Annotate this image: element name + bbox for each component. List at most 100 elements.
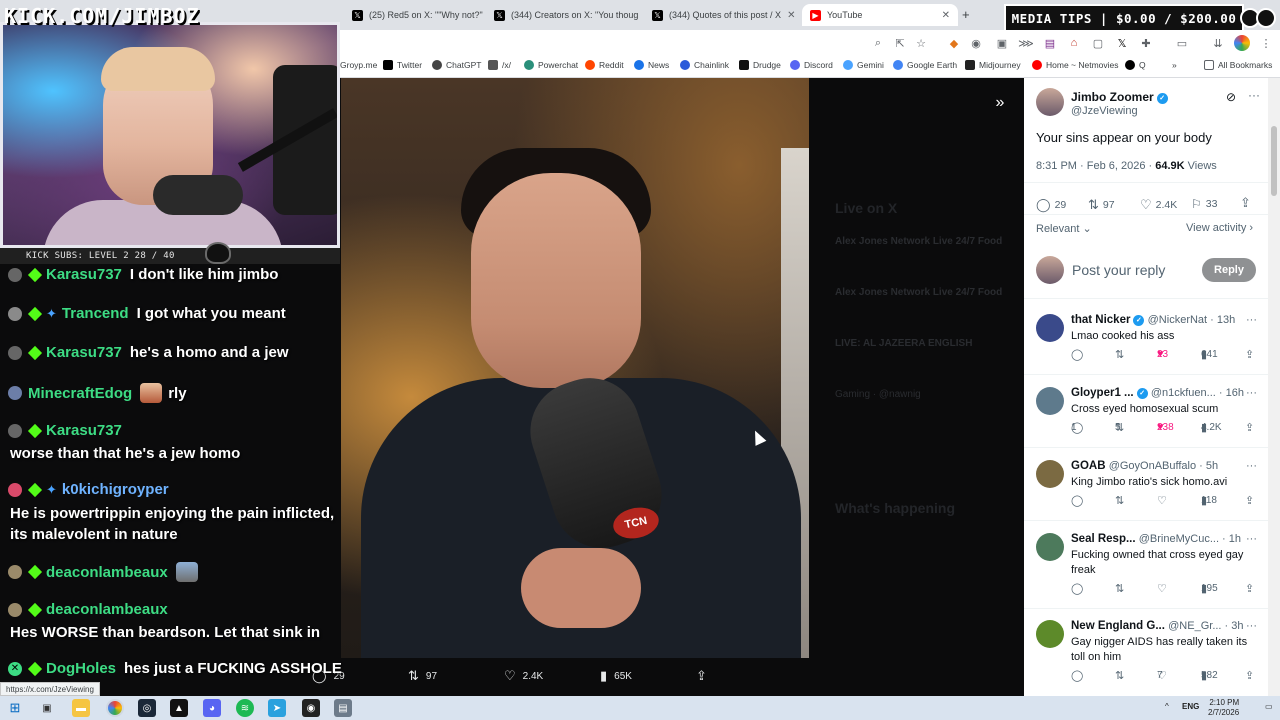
share-action[interactable]: ⇪ [696, 668, 714, 684]
reply-button[interactable]: Reply [1202, 258, 1256, 282]
bookmark-item[interactable]: Gemini [843, 60, 884, 70]
bookmark-item[interactable]: Twitter [383, 60, 422, 70]
repost-action[interactable]: ⇅ 97 [408, 668, 437, 684]
chat-username[interactable]: Trancend [62, 305, 129, 322]
grok-icon[interactable]: ⊘ [1226, 90, 1236, 104]
like-count[interactable]: ♡ 2.4K [1140, 197, 1177, 213]
avatar[interactable] [1036, 314, 1064, 342]
close-icon[interactable]: ✕ [936, 10, 950, 21]
bookmark-item[interactable]: Drudge [739, 60, 781, 70]
more-icon[interactable]: ··· [1246, 314, 1257, 326]
chat-username[interactable]: DogHoles [46, 660, 116, 677]
post-author[interactable]: Jimbo Zoomer ✓ [1071, 90, 1168, 104]
chevron-right-icon[interactable]: » [1172, 60, 1177, 70]
bookmark-item[interactable]: Groyp.me [340, 60, 377, 70]
share-icon[interactable]: ⇪ [1240, 195, 1251, 211]
bookmark-item[interactable]: Google Earth [893, 60, 957, 70]
language-indicator[interactable]: ENG [1182, 702, 1199, 711]
bookmark-item[interactable]: Chainlink [680, 60, 729, 70]
bookmark-item[interactable]: Midjourney [965, 60, 1021, 70]
avatar[interactable] [1036, 533, 1064, 561]
chat-username[interactable]: k0kichigroyper [62, 481, 169, 498]
scrollbar[interactable] [1268, 78, 1280, 698]
chat-username[interactable]: Karasu737 [46, 422, 122, 439]
star-icon[interactable]: ☆ [913, 35, 929, 51]
chat-username[interactable]: Karasu737 [46, 344, 122, 361]
bookmark-item[interactable]: ChatGPT [432, 60, 481, 70]
like-action[interactable]: ♡ 2.4K [504, 668, 543, 684]
bookmark-count[interactable]: ⚐ 33 [1191, 197, 1217, 211]
avatar[interactable] [1036, 620, 1064, 648]
share-icon[interactable]: ⇱ [892, 35, 908, 51]
extension-icon[interactable]: ▢ [1090, 35, 1106, 51]
post-handle[interactable]: @JzeViewing [1071, 105, 1138, 117]
browser-tab[interactable]: 𝕏 (25) Red5 on X: ""Why not?" - ✕ [344, 4, 484, 26]
notification-icon[interactable]: ▭ [1265, 702, 1273, 711]
chat-username[interactable]: deaconlambeaux [46, 601, 168, 618]
windows-start-icon[interactable]: ⊞ [6, 699, 24, 717]
extension-icon[interactable]: ◆ [946, 35, 962, 51]
telegram-icon[interactable]: ➤ [268, 699, 286, 717]
puzzle-icon[interactable]: ✚ [1138, 35, 1154, 51]
browser-tab[interactable]: ▶ YouTube ✕ [802, 4, 958, 26]
steam-icon[interactable]: ◎ [138, 699, 156, 717]
task-view-icon[interactable]: ▣ [38, 699, 56, 717]
bookmark-item[interactable]: News [634, 60, 669, 70]
chat-username[interactable]: MinecraftEdog [28, 385, 132, 402]
extension-icon[interactable]: ⌂ [1066, 35, 1082, 51]
bookmark-item[interactable]: Q [1125, 60, 1146, 70]
sword-badge-icon: ✦ [46, 481, 57, 497]
expand-icon[interactable]: » [988, 92, 1012, 114]
bookmark-item[interactable]: Discord [790, 60, 833, 70]
views-action[interactable]: ▮ 65K [600, 668, 632, 684]
zoom-icon[interactable]: ⌕ [870, 35, 886, 51]
more-icon[interactable]: ··· [1246, 387, 1257, 399]
tab-title: (344) Quotes of this post / X [669, 10, 782, 20]
downloads-icon[interactable]: ⇊ [1210, 35, 1226, 51]
menu-icon[interactable]: ⋮ [1258, 35, 1274, 51]
video-player[interactable]: TCN [341, 78, 809, 658]
tray-chevron-icon[interactable]: ^ [1165, 702, 1169, 711]
app-icon[interactable]: ▤ [334, 699, 352, 717]
more-icon[interactable]: ··· [1246, 533, 1257, 545]
extension-icon[interactable]: ◉ [968, 35, 984, 51]
bookmark-item[interactable]: Home ~ Netmovies [1032, 60, 1119, 70]
bookmark-item[interactable]: /x/ [488, 60, 511, 70]
chat-username[interactable]: Karasu737 [46, 266, 122, 283]
avatar[interactable] [1036, 387, 1064, 415]
close-icon[interactable]: ✕ [781, 10, 795, 21]
more-icon[interactable]: ··· [1246, 620, 1257, 632]
x-icon[interactable]: 𝕏 [1114, 35, 1130, 51]
close-icon[interactable]: ✕ [638, 10, 641, 21]
app-icon[interactable]: ▲ [170, 699, 188, 717]
profile-avatar[interactable] [1234, 35, 1250, 51]
obs-icon[interactable]: ◉ [302, 699, 320, 717]
more-icon[interactable]: ··· [1246, 460, 1257, 472]
sidebar-icon[interactable]: ▭ [1174, 35, 1190, 51]
discord-icon[interactable]: ◕ [203, 699, 221, 717]
repost-count[interactable]: ⇅ 97 [1088, 197, 1115, 213]
all-bookmarks[interactable]: All Bookmarks [1204, 60, 1272, 70]
clock[interactable]: 2:10 PM 2/7/2026 [1208, 698, 1239, 718]
bookmark-item[interactable]: Powerchat [524, 60, 578, 70]
chat-username[interactable]: deaconlambeaux [46, 564, 168, 581]
avatar[interactable] [1036, 88, 1064, 116]
new-tab-button[interactable]: + [962, 7, 970, 22]
file-explorer-icon[interactable]: ▬ [72, 699, 90, 717]
extension-icon[interactable]: ▤ [1042, 35, 1058, 51]
more-icon[interactable]: ··· [1248, 88, 1260, 102]
chrome-icon[interactable] [106, 699, 124, 717]
chat-message: Karasu737 he's a homo and a jew [8, 344, 289, 361]
scrollbar-thumb[interactable] [1271, 126, 1277, 196]
browser-tab[interactable]: 𝕏 (344) Creators on X: "You thoug ✕ [486, 4, 641, 26]
sort-dropdown[interactable]: Relevant ⌄ [1036, 222, 1092, 235]
bookmark-item[interactable]: Reddit [585, 60, 624, 70]
spotify-icon[interactable]: ≋ [236, 699, 254, 717]
reply-count[interactable]: ◯ 29 [1036, 197, 1066, 213]
avatar[interactable] [1036, 460, 1064, 488]
reply-input[interactable]: Post your reply [1072, 262, 1165, 278]
view-activity-link[interactable]: View activity › [1186, 222, 1253, 234]
extension-icon[interactable]: ▣ [994, 35, 1010, 51]
extension-icon[interactable]: ⋙ [1018, 35, 1034, 51]
browser-tab[interactable]: 𝕏 (344) Quotes of this post / X ✕ [644, 4, 799, 26]
